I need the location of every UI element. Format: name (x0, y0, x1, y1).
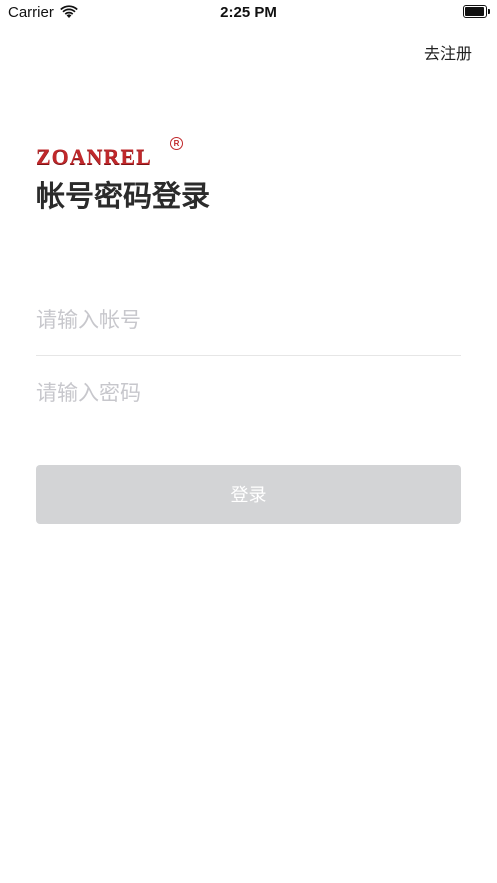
zoanrel-logo: ZOANREL R (36, 136, 186, 169)
password-field[interactable] (36, 365, 461, 421)
password-input[interactable] (36, 365, 461, 421)
field-divider (36, 355, 461, 356)
account-field[interactable] (36, 292, 461, 348)
battery-icon (463, 5, 490, 18)
registered-mark-icon: R (170, 137, 183, 150)
account-input[interactable] (36, 292, 461, 348)
logo-wordmark: ZOANREL (36, 144, 152, 169)
page-title: 帐号密码登录 (36, 179, 211, 213)
clock: 2:25 PM (220, 4, 277, 21)
register-link[interactable]: 去注册 (424, 40, 472, 64)
status-bar: Carrier 2:25 PM (0, 0, 497, 26)
login-button[interactable]: 登录 (36, 465, 461, 524)
